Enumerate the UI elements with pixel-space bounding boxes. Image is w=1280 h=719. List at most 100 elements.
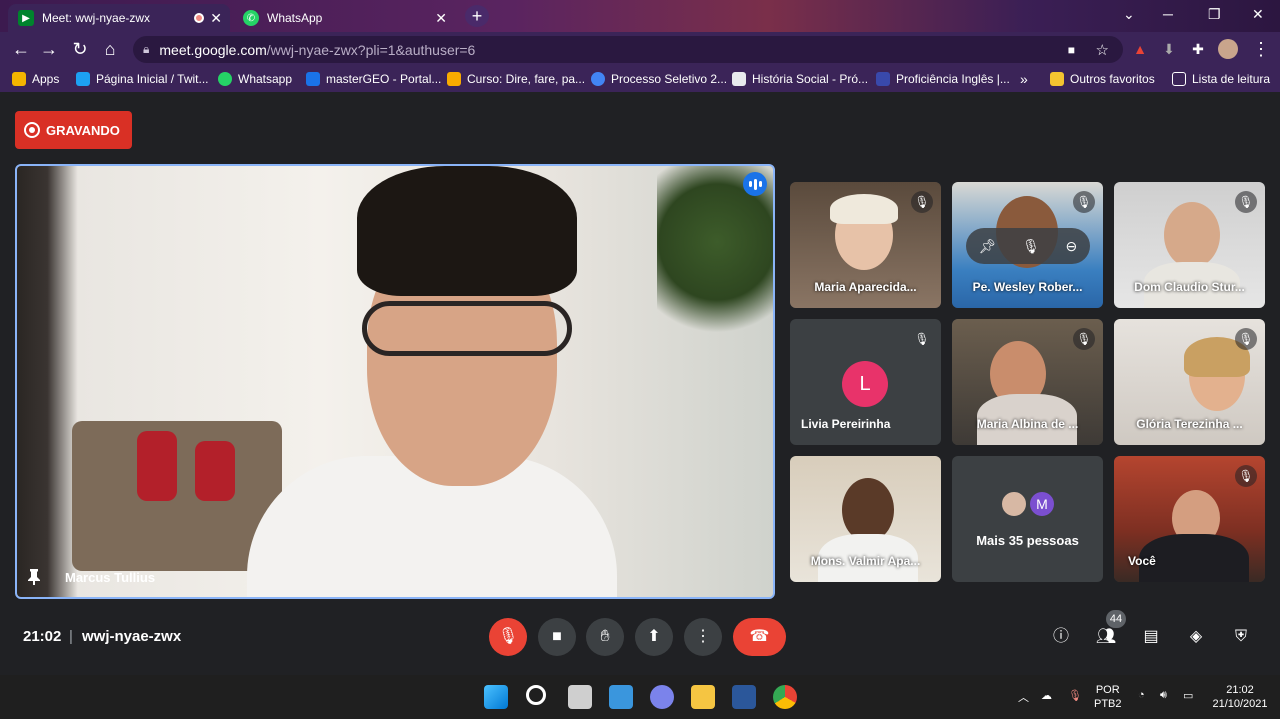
bookmark-whatsapp[interactable]: Whatsapp [218, 70, 292, 88]
widgets-icon[interactable] [609, 685, 633, 709]
twitter-icon [76, 72, 90, 86]
microphone-toggle-button[interactable]: 🎙︎ [489, 618, 527, 656]
present-icon: ⬆ [647, 628, 661, 645]
bookmark-star-icon[interactable]: ☆ [1096, 41, 1109, 59]
close-tab-icon[interactable]: ✕ [210, 10, 222, 27]
recording-label: GRAVANDO [46, 122, 120, 138]
mute-participant-icon[interactable]: 🎙︎ [1022, 238, 1040, 255]
participant-tile[interactable]: 🎙︎ Maria Aparecida... [790, 182, 941, 308]
browser-menu-icon[interactable]: ⋮ [1250, 38, 1272, 60]
address-bar[interactable]: 🔒︎ meet.google.com/wwj-nyae-zwx?pli=1&au… [133, 36, 1123, 63]
participant-name: Maria Albina de ... [976, 417, 1079, 431]
bookmark-other-favorites[interactable]: Outros favoritos [1050, 70, 1155, 88]
self-view-tile[interactable]: 🎙︎ Você [1114, 456, 1265, 582]
pin-icon[interactable]: 📌︎ [979, 238, 997, 255]
participant-avatar [1000, 490, 1028, 518]
leave-call-button[interactable]: ☎︎ [733, 618, 786, 656]
reading-list[interactable]: Lista de leitura [1172, 70, 1270, 88]
camera-toggle-button[interactable]: ■ [538, 618, 576, 656]
participant-name: Glória Terezinha ... [1136, 417, 1243, 431]
participant-name: Mons. Valmir Apa... [810, 554, 921, 568]
mic-off-icon: 🎙︎ [1073, 328, 1095, 350]
meeting-controls-bar: 21:02 | wwj-nyae-zwx 🎙︎ ■ ✋︎ ⬆ ⋮ ☎︎ ⓘ 👥︎… [0, 600, 1280, 675]
camera-icon[interactable]: ■ [1068, 43, 1075, 57]
folder-icon [1050, 72, 1064, 86]
bookmark-proficiencia[interactable]: Proficiência Inglês |... [876, 70, 1010, 88]
battery-icon[interactable]: ▭ [1183, 689, 1193, 702]
participant-tile[interactable]: 🎙︎ L Livia Pereirinha [790, 319, 941, 445]
usp-icon [447, 72, 461, 86]
participant-tile[interactable]: 🎙︎ Glória Terezinha ... [1114, 319, 1265, 445]
drive-icon [591, 72, 605, 86]
cushion [195, 441, 235, 501]
system-clock[interactable]: 21:02 21/10/2021 [1212, 683, 1268, 711]
tab-whatsapp[interactable]: ✆ WhatsApp ✕ [233, 4, 455, 32]
cushion [137, 431, 177, 501]
tray-chevron-icon[interactable]: ︿ [1018, 689, 1029, 705]
more-participants-tile[interactable]: M Mais 35 pessoas [952, 456, 1103, 582]
reload-icon[interactable]: ↻ [69, 38, 91, 60]
close-window-icon[interactable]: ✕ [1252, 6, 1264, 23]
download-extension-icon[interactable]: ⬇ [1158, 38, 1180, 60]
meeting-details-icon[interactable]: ⓘ [1050, 626, 1072, 648]
input-language[interactable]: POR PTB2 [1094, 683, 1122, 711]
speaker-figure [247, 166, 617, 597]
mic-off-icon: 🎙︎ [1073, 191, 1095, 213]
people-icon[interactable]: 👥︎ [1095, 626, 1117, 648]
bookmark-mastergeo[interactable]: masterGEO - Portal... [306, 70, 441, 88]
speaking-indicator-icon [743, 172, 767, 196]
raise-hand-button[interactable]: ✋︎ [586, 618, 624, 656]
chat-teams-icon[interactable] [650, 685, 674, 709]
task-view-icon[interactable] [568, 685, 592, 709]
participant-avatar: M [1028, 490, 1056, 518]
present-screen-button[interactable]: ⬆ [635, 618, 673, 656]
onedrive-icon[interactable]: ☁ [1041, 689, 1052, 702]
pdf-extension-icon[interactable]: ▲ [1129, 38, 1151, 60]
start-icon[interactable] [484, 685, 508, 709]
participant-name: Você [1128, 554, 1156, 568]
remove-participant-icon[interactable]: ⊖ [1065, 238, 1077, 255]
bookmark-historia-social[interactable]: História Social - Pró... [732, 70, 868, 88]
bookmarks-overflow-icon[interactable]: » [1020, 70, 1028, 88]
activities-icon[interactable]: ◈ [1185, 626, 1207, 648]
home-icon[interactable]: ⌂ [99, 38, 121, 60]
close-tab-icon[interactable]: ✕ [435, 10, 447, 27]
file-explorer-icon[interactable] [691, 685, 715, 709]
chat-icon[interactable]: ▤ [1140, 626, 1162, 648]
maximize-icon[interactable]: ❐ [1208, 6, 1221, 23]
recording-badge[interactable]: GRAVANDO [15, 111, 132, 149]
pin-icon[interactable] [27, 569, 41, 585]
participant-name: Livia Pereirinha [801, 417, 891, 431]
word-icon[interactable] [732, 685, 756, 709]
mic-in-use-icon[interactable]: 🎙︎ [1068, 689, 1082, 702]
participant-tile[interactable]: 🎙︎ Maria Albina de ... [952, 319, 1103, 445]
chrome-icon[interactable] [773, 685, 797, 709]
lock-icon: 🔒︎ [143, 42, 150, 56]
participant-tile[interactable]: Mons. Valmir Apa... [790, 456, 941, 582]
participant-tile[interactable]: 🎙︎ 📌︎ 🎙︎ ⊖ Pe. Wesley Rober... [952, 182, 1103, 308]
bookmark-twitter[interactable]: Página Inicial / Twit... [76, 70, 209, 88]
profile-avatar[interactable] [1218, 39, 1238, 59]
back-icon[interactable]: ← [10, 38, 32, 60]
wifi-icon[interactable]: ◔ [1138, 689, 1145, 701]
tab-meet[interactable]: ▶ Meet: wwj-nyae-zwx ✕ [8, 4, 230, 32]
extensions-icon[interactable]: ✚ [1187, 38, 1209, 60]
host-controls-icon[interactable]: ⛨ [1230, 626, 1252, 648]
tab-whatsapp-title: WhatsApp [267, 11, 323, 25]
bookmark-usp[interactable]: Curso: Dire, fare, pa... [447, 70, 585, 88]
minimize-icon[interactable]: ─ [1163, 6, 1173, 22]
more-participants-label: Mais 35 pessoas [976, 533, 1079, 548]
new-tab-button[interactable]: + [465, 5, 489, 27]
tab-search-icon[interactable]: ⌄ [1123, 6, 1135, 23]
volume-icon[interactable]: 🔊︎ [1160, 689, 1167, 702]
search-icon[interactable] [526, 685, 546, 705]
tile-hover-controls: 📌︎ 🎙︎ ⊖ [966, 228, 1090, 264]
main-speaker-video[interactable]: Marcus Tullius [15, 164, 775, 599]
bookmark-apps[interactable]: Apps [12, 70, 59, 88]
more-options-button[interactable]: ⋮ [684, 618, 722, 656]
more-vertical-icon: ⋮ [695, 628, 711, 645]
participant-tile[interactable]: 🎙︎ Dom Claudio Stur... [1114, 182, 1265, 308]
camera-icon: ■ [552, 628, 562, 645]
forward-icon[interactable]: → [38, 38, 60, 60]
bookmark-processo-seletivo[interactable]: Processo Seletivo 2... [591, 70, 727, 88]
